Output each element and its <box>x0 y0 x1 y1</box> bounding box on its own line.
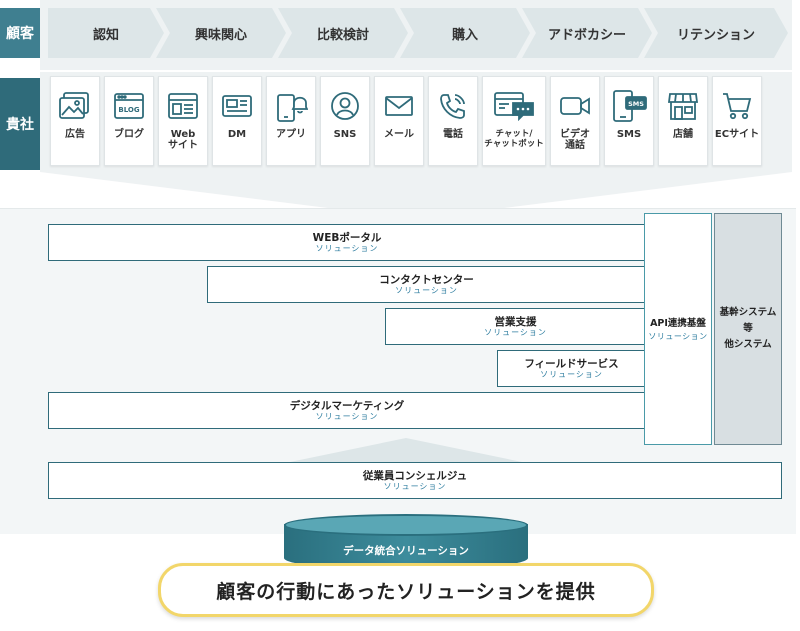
blog-icon: BLOG <box>113 89 145 123</box>
solution-employee-concierge: 従業員コンシェルジュ ソリューション <box>48 462 782 499</box>
solution-field-service: フィールドサービス ソリューション <box>497 350 646 387</box>
journey-stage-interest: 興味関心 <box>156 8 286 58</box>
channel-phone: 電話 <box>428 76 478 166</box>
solution-subtitle: ソリューション <box>315 243 379 253</box>
channel-dm: DM <box>212 76 262 166</box>
channel-label: 広告 <box>65 129 85 140</box>
channel-sns: SNS <box>320 76 370 166</box>
solution-title: 従業員コンシェルジュ <box>362 469 468 482</box>
solution-title: WEBポータル <box>312 231 382 244</box>
journey-stage-awareness: 認知 <box>48 8 164 58</box>
solution-title: コンタクトセンター <box>379 273 474 286</box>
solution-title: デジタルマーケティング <box>289 399 405 412</box>
solution-subtitle: ソリューション <box>383 481 447 491</box>
solution-sales-support: 営業支援 ソリューション <box>385 308 646 345</box>
channel-store: 店舗 <box>658 76 708 166</box>
channel-label: チャット/ チャットボット <box>484 129 544 149</box>
chat-icon <box>493 89 535 123</box>
sms-icon: SMS <box>610 89 648 123</box>
channel-list: 広告 BLOG ブログ Web サイト DM アプリ SNS メール 電話 チャ… <box>40 72 792 172</box>
channel-sms: SMS SMS <box>604 76 654 166</box>
solution-web-portal: WEBポータル ソリューション <box>48 224 646 261</box>
channel-label: Web サイト <box>168 129 198 151</box>
sns-user-icon <box>330 89 360 123</box>
sms-badge: SMS <box>628 100 644 108</box>
solution-subtitle: ソリューション <box>484 327 547 337</box>
channel-label: DM <box>227 129 247 140</box>
cart-icon <box>721 89 753 123</box>
solution-contact-center: コンタクトセンター ソリューション <box>207 266 646 303</box>
journey-stage-advocacy: アドボカシー <box>522 8 652 58</box>
channel-label: ビデオ 通話 <box>560 129 590 151</box>
customer-journey: 認知 興味関心 比較検討 購入 アドボカシー リテンション <box>40 0 792 70</box>
solution-banner: 顧客の行動にあったソリューションを提供 <box>158 563 654 617</box>
website-icon <box>167 89 199 123</box>
channel-label: SNS <box>333 129 357 140</box>
channel-chat: チャット/ チャットボット <box>482 76 546 166</box>
solution-digital-marketing: デジタルマーケティング ソリューション <box>48 392 646 429</box>
app-notification-icon <box>274 89 308 123</box>
channel-website: Web サイト <box>158 76 208 166</box>
core-line-1: 基幹システム <box>719 307 777 318</box>
journey-stage-purchase: 購入 <box>400 8 530 58</box>
channel-label: 電話 <box>443 129 463 140</box>
journey-stage-comparison: 比較検討 <box>278 8 408 58</box>
solution-title: フィールドサービス <box>524 357 619 370</box>
video-call-icon <box>559 89 591 123</box>
image-ad-icon <box>58 89 92 123</box>
channel-label: SMS <box>616 129 642 140</box>
banner-text: 顧客の行動にあったソリューションを提供 <box>216 580 596 603</box>
database-label: データ統合ソリューション <box>343 544 469 557</box>
channel-label: ブログ <box>114 129 144 140</box>
api-platform: API連携基盤 ソリューション <box>644 213 712 445</box>
database-top <box>284 514 528 536</box>
core-systems: 基幹システム 等 他システム <box>714 213 782 445</box>
blog-badge: BLOG <box>118 106 139 114</box>
channel-label: 店舗 <box>673 129 693 140</box>
core-line-2: 等 <box>743 323 753 334</box>
core-line-3: 他システム <box>724 339 772 350</box>
store-icon <box>667 89 699 123</box>
mail-icon <box>384 89 414 123</box>
channel-blog: BLOG ブログ <box>104 76 154 166</box>
channel-label: ECサイト <box>714 129 760 140</box>
phone-icon <box>438 89 468 123</box>
company-label: 貴社 <box>0 78 40 170</box>
channel-label: メール <box>384 129 414 140</box>
channel-ec: ECサイト <box>712 76 762 166</box>
channel-video: ビデオ 通話 <box>550 76 600 166</box>
customer-label: 顧客 <box>0 8 40 58</box>
direct-mail-icon <box>221 89 253 123</box>
channel-app: アプリ <box>266 76 316 166</box>
channel-label: アプリ <box>276 129 306 140</box>
api-subtitle: ソリューション <box>648 331 708 341</box>
journey-stage-retention: リテンション <box>644 8 788 58</box>
solution-title: 営業支援 <box>494 315 537 328</box>
api-title: API連携基盤 <box>650 317 706 329</box>
solution-subtitle: ソリューション <box>395 285 458 295</box>
solution-subtitle: ソリューション <box>315 411 379 421</box>
solution-subtitle: ソリューション <box>540 369 603 379</box>
channel-ad: 広告 <box>50 76 100 166</box>
channel-mail: メール <box>374 76 424 166</box>
